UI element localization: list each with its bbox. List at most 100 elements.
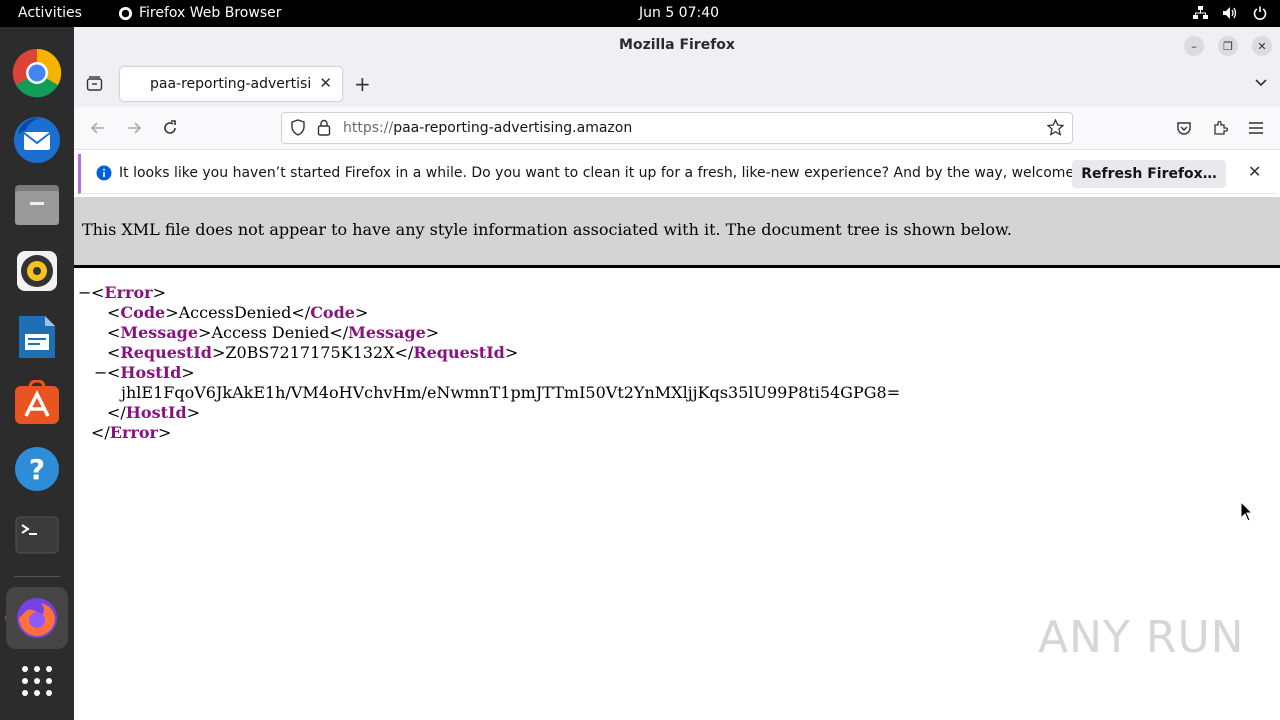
volume-icon xyxy=(1222,5,1238,21)
xml-line: <RequestId>Z0BS7217175K132X</RequestId> xyxy=(107,343,519,362)
xml-tag: Error xyxy=(109,423,158,442)
pocket-button[interactable] xyxy=(1173,117,1195,139)
restore-button[interactable]: ❐ xyxy=(1218,36,1238,56)
tracking-protection-icon[interactable] xyxy=(290,119,306,140)
mouse-cursor-icon xyxy=(1240,501,1254,522)
show-apps-launcher[interactable] xyxy=(6,650,68,712)
show-apps-icon xyxy=(22,666,52,696)
forward-button[interactable] xyxy=(123,117,145,139)
reload-button[interactable] xyxy=(159,117,181,139)
puzzle-icon xyxy=(1214,120,1228,135)
url-bar[interactable]: https://paa-reporting-advertising.amazon xyxy=(281,112,1073,144)
firefox-view-icon xyxy=(86,76,103,91)
collapse-toggle[interactable]: − xyxy=(78,283,91,303)
xml-line: −<Error> xyxy=(78,283,166,303)
xml-line: −<HostId> xyxy=(94,363,195,383)
firefox-icon xyxy=(17,598,57,638)
help-launcher[interactable]: ? xyxy=(6,438,68,500)
xml-line: <Message>Access Denied</Message> xyxy=(107,323,440,342)
tab-active[interactable]: paa-reporting-advertising.amazon ✕ xyxy=(120,67,342,101)
new-tab-button[interactable]: + xyxy=(354,72,371,96)
clock[interactable]: Jun 5 07:40 xyxy=(639,5,719,21)
anyrun-watermark: ANY RUN xyxy=(1038,612,1245,663)
xml-tag: Error xyxy=(104,283,153,302)
dock: ? xyxy=(0,27,74,720)
notification-bar: It looks like you haven’t started Firefo… xyxy=(78,154,1278,194)
title-bar[interactable]: Mozilla Firefox – ❐ ✕ xyxy=(74,27,1280,63)
terminal-icon xyxy=(15,516,59,554)
power-icon xyxy=(1252,5,1268,21)
back-button[interactable] xyxy=(87,117,109,139)
xml-line: jhlE1FqoV6JkAkE1h/VM4oHVchvHm/eNwmnT1pmJ… xyxy=(78,383,900,403)
dock-separator xyxy=(14,576,60,577)
list-all-tabs-button[interactable] xyxy=(1254,74,1268,93)
url-protocol: https:// xyxy=(343,120,394,136)
extensions-button[interactable] xyxy=(1209,117,1231,139)
xml-tag: Code xyxy=(120,303,166,322)
pocket-icon xyxy=(1177,122,1191,135)
app-center-launcher[interactable] xyxy=(6,372,68,434)
thunderbird-icon xyxy=(14,117,60,163)
app-menu-button[interactable] xyxy=(1245,117,1267,139)
notification-text: It looks like you haven’t started Firefo… xyxy=(119,165,1118,181)
svg-text:?: ? xyxy=(29,453,45,486)
xml-info-header: This XML file does not appear to have an… xyxy=(74,197,1280,268)
chevron-down-icon xyxy=(1255,79,1267,87)
rhythmbox-launcher[interactable] xyxy=(6,240,68,302)
reload-icon xyxy=(164,120,176,134)
url-text[interactable]: https://paa-reporting-advertising.amazon xyxy=(343,120,632,136)
chrome-icon xyxy=(12,48,62,98)
minimize-icon: – xyxy=(1191,39,1197,53)
xml-tag: RequestId xyxy=(120,343,212,362)
notification-close-icon[interactable]: ✕ xyxy=(1248,162,1261,181)
hamburger-menu-icon xyxy=(1249,122,1263,134)
firefox-launcher[interactable] xyxy=(6,587,68,649)
tab-bar: paa-reporting-advertising.amazon ✕ + xyxy=(74,63,1280,107)
app-center-icon xyxy=(15,380,59,424)
xml-line: </Error> xyxy=(91,423,172,442)
network-icon xyxy=(1192,5,1208,21)
close-window-button[interactable]: ✕ xyxy=(1252,36,1272,56)
xml-value: jhlE1FqoV6JkAkE1h/VM4oHVchvHm/eNwmnT1pmJ… xyxy=(121,383,901,402)
rhythmbox-icon xyxy=(17,251,57,291)
lock-icon[interactable] xyxy=(317,119,331,140)
xml-tag: Message xyxy=(348,323,426,342)
tab-title: paa-reporting-advertising.amazon xyxy=(150,76,310,92)
minimize-button[interactable]: – xyxy=(1184,36,1204,56)
nav-bar: https://paa-reporting-advertising.amazon xyxy=(74,107,1280,150)
firefox-view-button[interactable] xyxy=(86,75,103,96)
firefox-small-icon xyxy=(118,6,133,20)
xml-value: Access Denied xyxy=(211,323,330,342)
xml-tag: Code xyxy=(310,303,355,322)
writer-icon xyxy=(19,316,55,358)
close-icon: ✕ xyxy=(1257,39,1267,53)
xml-tag: RequestId xyxy=(413,343,505,362)
xml-tag: HostId xyxy=(120,363,182,382)
chrome-launcher[interactable] xyxy=(6,42,68,104)
xml-tag: Message xyxy=(120,323,199,342)
writer-launcher[interactable] xyxy=(6,306,68,368)
url-host: paa-reporting-advertising.amazon xyxy=(393,120,633,136)
back-arrow-icon xyxy=(90,122,104,134)
app-menu[interactable]: Firefox Web Browser xyxy=(118,5,282,21)
xml-tree: −<Error> <Code>AccessDenied</Code> <Mess… xyxy=(78,283,900,443)
activities-button[interactable]: Activities xyxy=(18,5,82,21)
help-icon: ? xyxy=(15,447,59,491)
top-bar: Activities Firefox Web Browser Jun 5 07:… xyxy=(0,0,1280,27)
xml-line: </HostId> xyxy=(107,403,201,422)
app-name: Firefox Web Browser xyxy=(139,5,282,21)
xml-value: AccessDenied xyxy=(178,303,292,322)
xml-tag: HostId xyxy=(125,403,187,422)
xml-line: <Code>AccessDenied</Code> xyxy=(107,303,369,322)
system-tray[interactable] xyxy=(1192,5,1268,21)
files-launcher[interactable] xyxy=(6,174,68,236)
collapse-toggle[interactable]: − xyxy=(94,363,107,383)
terminal-launcher[interactable] xyxy=(6,504,68,566)
files-icon xyxy=(15,185,59,225)
tab-close-icon[interactable]: ✕ xyxy=(319,74,332,92)
star-icon xyxy=(1046,118,1065,136)
refresh-firefox-button[interactable]: Refresh Firefox… xyxy=(1072,160,1226,188)
forward-arrow-icon xyxy=(128,122,142,134)
bookmark-star-button[interactable] xyxy=(1046,118,1065,140)
thunderbird-launcher[interactable] xyxy=(6,108,68,170)
